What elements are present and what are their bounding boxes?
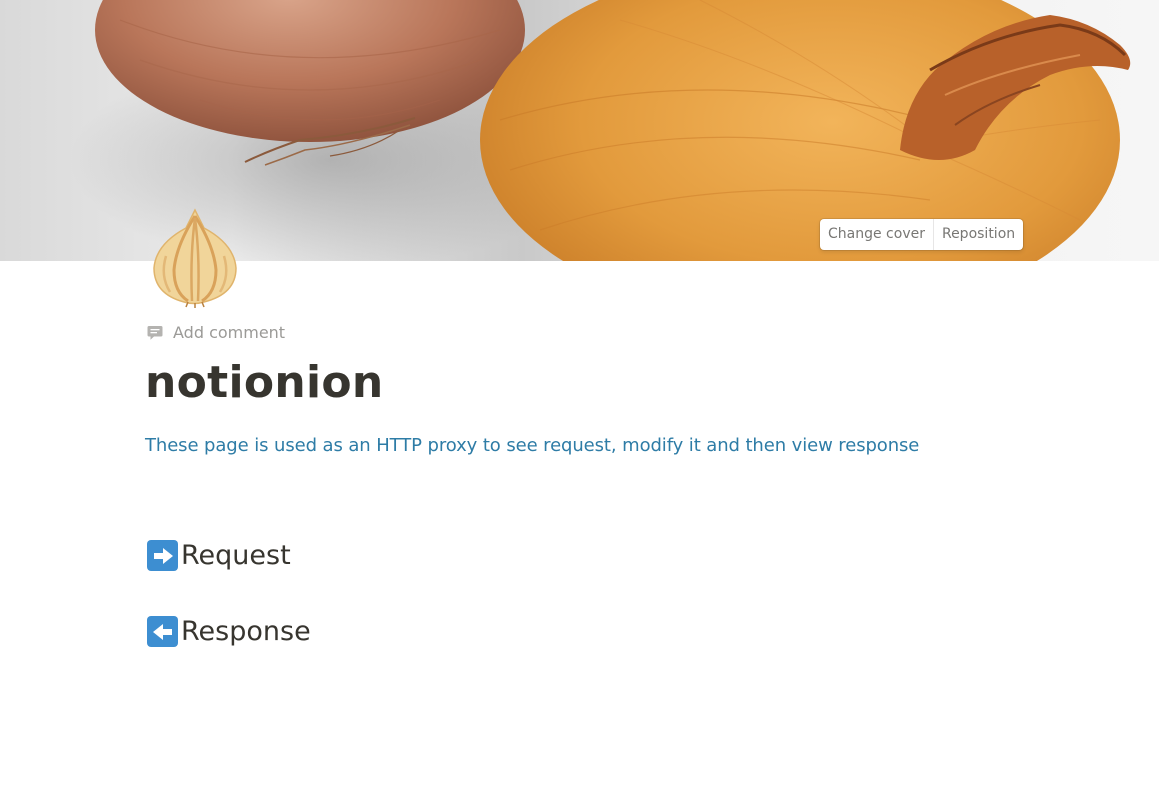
- change-cover-button[interactable]: Change cover: [820, 219, 933, 250]
- notion-page: Change cover Reposition Add comment noti…: [0, 0, 1159, 788]
- comment-icon: [147, 325, 163, 340]
- add-comment-button[interactable]: Add comment: [146, 323, 285, 342]
- add-comment-label: Add comment: [173, 323, 286, 342]
- cover-actions: Change cover Reposition: [820, 219, 1024, 250]
- response-toggle-heading[interactable]: Response: [147, 616, 311, 647]
- onion-icon[interactable]: [146, 206, 244, 308]
- request-heading-label: Request: [181, 540, 291, 571]
- arrow-left-icon: [147, 616, 178, 647]
- reposition-button[interactable]: Reposition: [934, 219, 1023, 250]
- request-toggle-heading[interactable]: Request: [147, 540, 291, 571]
- page-title[interactable]: notionion: [145, 357, 384, 408]
- page-description[interactable]: These page is used as an HTTP proxy to s…: [145, 435, 919, 456]
- arrow-right-icon: [147, 540, 178, 571]
- response-heading-label: Response: [181, 616, 311, 647]
